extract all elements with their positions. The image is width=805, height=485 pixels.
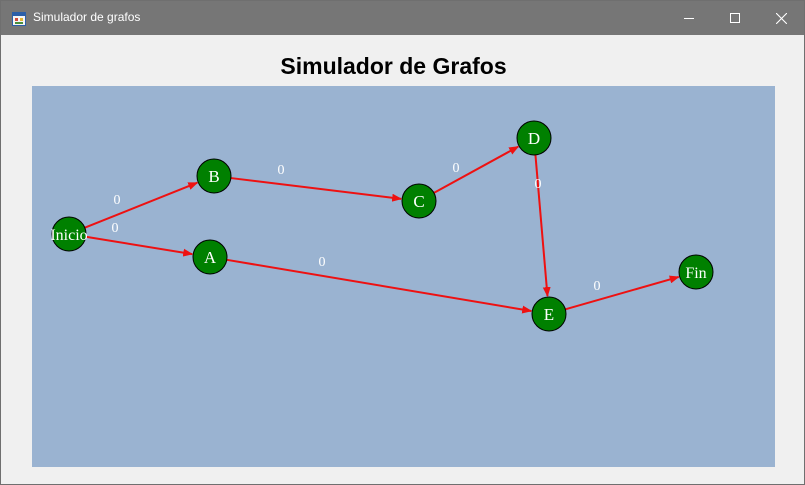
app-window: Simulador de grafos Simulador de Grafos bbox=[0, 0, 805, 485]
node-c[interactable]: C bbox=[401, 183, 437, 219]
edge-inicio-b bbox=[84, 181, 199, 229]
edge-a-e bbox=[226, 258, 533, 314]
window-title: Simulador de grafos bbox=[33, 10, 141, 24]
graph-canvas[interactable]: 0 0 0 0 0 0 0 Inicio B A C D E Fin bbox=[32, 86, 775, 467]
node-label: A bbox=[204, 248, 217, 267]
title-bar[interactable]: Simulador de grafos bbox=[1, 1, 804, 35]
minimize-button[interactable] bbox=[666, 1, 712, 35]
node-e[interactable]: E bbox=[531, 296, 567, 332]
node-d[interactable]: D bbox=[516, 120, 552, 156]
node-label: Inicio bbox=[50, 227, 87, 244]
node-label: C bbox=[413, 192, 424, 211]
node-inicio[interactable]: Inicio bbox=[50, 216, 88, 252]
close-button[interactable] bbox=[758, 1, 804, 35]
close-icon bbox=[775, 12, 787, 24]
maximize-icon bbox=[730, 13, 740, 23]
edge-weight-label: 0 bbox=[112, 221, 119, 236]
node-b[interactable]: B bbox=[196, 158, 232, 194]
page-title: Simulador de Grafos bbox=[280, 53, 507, 79]
app-icon bbox=[12, 11, 26, 26]
edge-weight-label: 0 bbox=[453, 161, 460, 176]
node-label: D bbox=[528, 129, 540, 148]
node-a[interactable]: A bbox=[192, 239, 228, 275]
edge-c-d bbox=[433, 145, 520, 194]
node-label: Fin bbox=[685, 265, 706, 282]
edge-weight-label: 0 bbox=[319, 255, 326, 270]
edge-weight-label: 0 bbox=[535, 177, 542, 192]
minimize-icon bbox=[684, 13, 694, 23]
graph-drawing: 0 0 0 0 0 0 0 Inicio B A C D E Fin bbox=[50, 120, 714, 332]
node-label: E bbox=[544, 305, 554, 324]
edge-weight-label: 0 bbox=[114, 193, 121, 208]
edge-inicio-a bbox=[85, 235, 194, 257]
edge-weight-label: 0 bbox=[594, 279, 601, 294]
node-label: B bbox=[208, 167, 219, 186]
edge-b-c bbox=[230, 177, 403, 202]
edge-weight-label: 0 bbox=[278, 163, 285, 178]
node-fin[interactable]: Fin bbox=[678, 254, 714, 290]
maximize-button[interactable] bbox=[712, 1, 758, 35]
edge-e-fin bbox=[565, 275, 680, 311]
